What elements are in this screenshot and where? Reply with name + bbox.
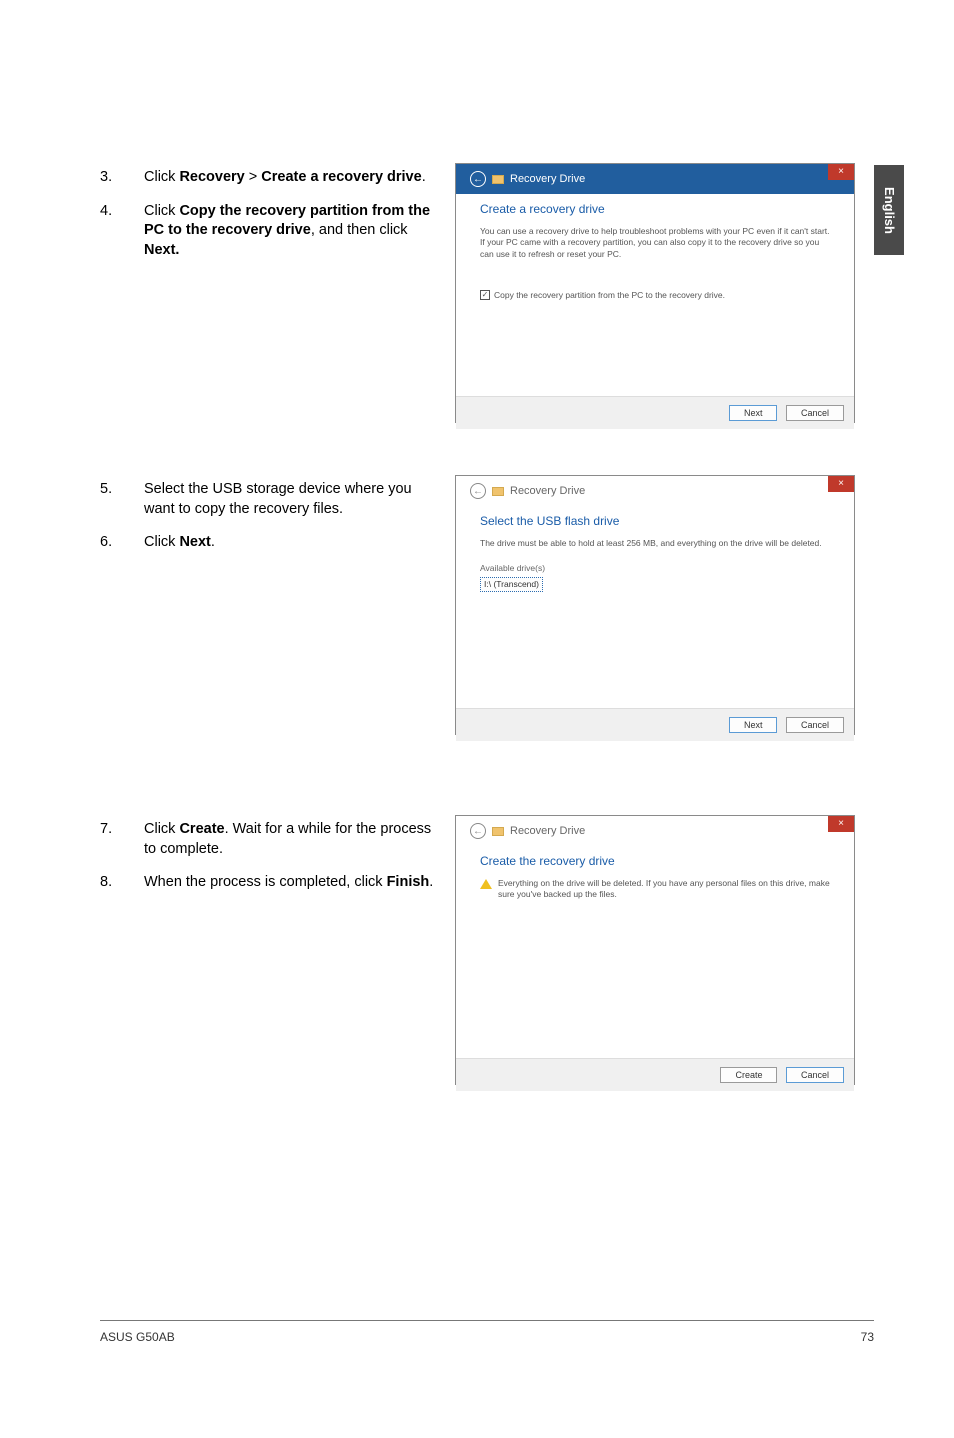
footer-divider: [100, 1320, 874, 1321]
cancel-button[interactable]: Cancel: [786, 1067, 844, 1083]
next-button[interactable]: Next: [729, 717, 778, 733]
step-7: 7. Click Create. Wait for a while for th…: [100, 820, 440, 859]
language-tab-label: English: [882, 187, 897, 234]
dialog-footer: Next Cancel: [456, 396, 854, 429]
instructions-block-3: 7. Click Create. Wait for a while for th…: [100, 820, 440, 907]
step-4-num: 4.: [100, 202, 144, 261]
dialog-para: The drive must be able to hold at least …: [480, 538, 830, 549]
close-button[interactable]: ×: [828, 164, 854, 180]
checkbox-label: Copy the recovery partition from the PC …: [494, 290, 725, 301]
dialog-titlebar: ← Recovery Drive: [456, 476, 854, 506]
dialog-body: Everything on the drive will be deleted.…: [456, 878, 854, 1058]
step-5-body: Select the USB storage device where you …: [144, 480, 440, 519]
back-icon[interactable]: ←: [470, 823, 486, 839]
close-button[interactable]: ×: [828, 816, 854, 832]
footer-page-number: 73: [861, 1330, 874, 1344]
dialog-title: Recovery Drive: [510, 825, 585, 837]
drive-item[interactable]: I:\ (Transcend): [480, 577, 543, 592]
step-3: 3. Click Recovery > Create a recovery dr…: [100, 168, 440, 188]
warning-text: Everything on the drive will be deleted.…: [498, 878, 830, 901]
language-tab: English: [874, 165, 904, 255]
create-button[interactable]: Create: [720, 1067, 777, 1083]
dialog-title: Recovery Drive: [510, 173, 585, 185]
step-7-num: 7.: [100, 820, 144, 859]
step-6-body: Click Next.: [144, 533, 440, 553]
dialog-select-usb: × ← Recovery Drive Select the USB flash …: [455, 475, 855, 735]
available-drives-label: Available drive(s): [480, 563, 830, 574]
page-footer: ASUS G50AB 73: [100, 1330, 874, 1344]
step-8: 8. When the process is completed, click …: [100, 873, 440, 893]
step-6-num: 6.: [100, 533, 144, 553]
dialog-heading: Create a recovery drive: [456, 194, 854, 226]
next-button[interactable]: Next: [729, 405, 778, 421]
dialog-title: Recovery Drive: [510, 485, 585, 497]
dialog-titlebar: ← Recovery Drive: [456, 164, 854, 194]
folder-icon: [492, 175, 504, 184]
step-7-body: Click Create. Wait for a while for the p…: [144, 820, 440, 859]
drive-list: Available drive(s) I:\ (Transcend): [480, 563, 830, 592]
dialog-create-drive: × ← Recovery Drive Create the recovery d…: [455, 815, 855, 1085]
checkbox-box: ✓: [480, 290, 490, 300]
dialog-footer: Create Cancel: [456, 1058, 854, 1091]
step-6: 6. Click Next.: [100, 533, 440, 553]
step-4-body: Click Copy the recovery partition from t…: [144, 202, 440, 261]
dialog-body: The drive must be able to hold at least …: [456, 538, 854, 708]
step-3-body: Click Recovery > Create a recovery drive…: [144, 168, 440, 188]
step-5-num: 5.: [100, 480, 144, 519]
close-button[interactable]: ×: [828, 476, 854, 492]
dialog-create-recovery: × ← Recovery Drive Create a recovery dri…: [455, 163, 855, 423]
step-5: 5. Select the USB storage device where y…: [100, 480, 440, 519]
instructions-block-1: 3. Click Recovery > Create a recovery dr…: [100, 168, 440, 274]
dialog-footer: Next Cancel: [456, 708, 854, 741]
step-4: 4. Click Copy the recovery partition fro…: [100, 202, 440, 261]
dialog-heading: Create the recovery drive: [456, 846, 854, 878]
folder-icon: [492, 487, 504, 496]
folder-icon: [492, 827, 504, 836]
back-icon[interactable]: ←: [470, 171, 486, 187]
dialog-para: You can use a recovery drive to help tro…: [480, 226, 830, 260]
step-8-body: When the process is completed, click Fin…: [144, 873, 440, 893]
dialog-titlebar: ← Recovery Drive: [456, 816, 854, 846]
step-3-num: 3.: [100, 168, 144, 188]
cancel-button[interactable]: Cancel: [786, 717, 844, 733]
dialog-body: You can use a recovery drive to help tro…: [456, 226, 854, 396]
warning-row: Everything on the drive will be deleted.…: [480, 878, 830, 901]
instructions-block-2: 5. Select the USB storage device where y…: [100, 480, 440, 567]
dialog-heading: Select the USB flash drive: [456, 506, 854, 538]
back-icon[interactable]: ←: [470, 483, 486, 499]
cancel-button[interactable]: Cancel: [786, 405, 844, 421]
step-8-num: 8.: [100, 873, 144, 893]
warning-icon: [480, 879, 492, 889]
footer-model: ASUS G50AB: [100, 1330, 175, 1344]
copy-partition-checkbox[interactable]: ✓ Copy the recovery partition from the P…: [480, 290, 830, 301]
